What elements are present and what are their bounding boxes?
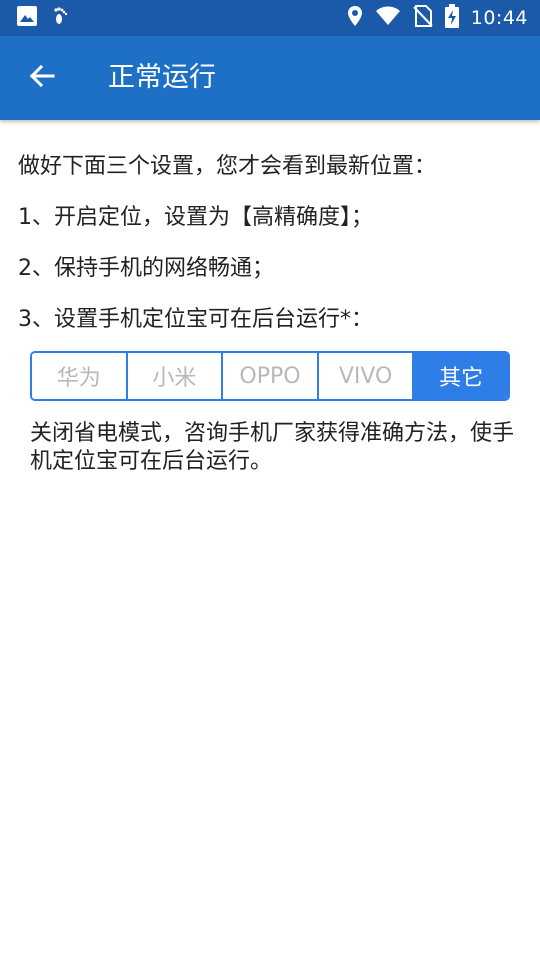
tab-huawei[interactable]: 华为	[32, 353, 128, 399]
back-button[interactable]	[18, 54, 66, 102]
footprints-icon	[52, 5, 72, 31]
location-icon	[347, 5, 363, 31]
status-time: 10:44	[470, 7, 528, 29]
step-2: 2、保持手机的网络畅通；	[18, 256, 274, 281]
tab-vivo[interactable]: VIVO	[318, 353, 415, 399]
step-3: 3、设置手机定位宝可在后台运行*：	[18, 307, 373, 332]
battery-charging-icon	[444, 4, 459, 32]
arrow-left-icon	[29, 63, 55, 93]
instructions: 做好下面三个设置，您才会看到最新位置： 1、开启定位，设置为【高精确度】； 2、…	[18, 150, 523, 337]
intro-text: 做好下面三个设置，您才会看到最新位置：	[18, 154, 437, 179]
no-sim-icon	[413, 5, 433, 31]
tab-oppo[interactable]: OPPO	[223, 353, 319, 399]
step-1: 1、开启定位，设置为【高精确度】；	[18, 205, 373, 230]
status-bar: 10:44	[0, 0, 540, 36]
brand-tabs: 华为 小米 OPPO VIVO 其它	[30, 351, 510, 401]
app-bar: 正常运行	[0, 36, 540, 120]
wifi-icon	[375, 6, 401, 30]
tab-xiaomi[interactable]: 小米	[127, 353, 224, 399]
page-title: 正常运行	[108, 62, 216, 93]
tab-other[interactable]: 其它	[414, 353, 508, 399]
image-icon	[16, 5, 38, 31]
brand-description: 关闭省电模式，咨询手机厂家获得准确方法，使手机定位宝可在后台运行。	[30, 421, 515, 474]
